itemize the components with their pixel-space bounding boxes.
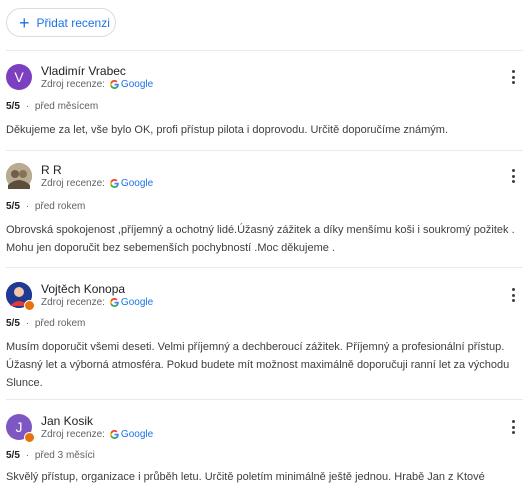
review-time: před 3 měsíci xyxy=(34,450,95,461)
review-text: Musím doporučit všemi deseti. Velmi příj… xyxy=(6,341,510,389)
avatar[interactable]: J xyxy=(6,414,35,443)
meta-separator: · xyxy=(25,101,30,112)
review-source: Zdroj recenze: Google xyxy=(41,178,153,189)
source-label: Zdroj recenze: xyxy=(41,429,105,440)
review-meta: 5/5 · před měsícem xyxy=(6,101,98,112)
avatar-letter: V xyxy=(14,69,24,85)
review-score: 5/5 xyxy=(6,318,20,329)
reviewer-name[interactable]: R R xyxy=(41,163,62,177)
local-guide-badge-icon xyxy=(24,432,35,443)
meta-separator: · xyxy=(25,318,30,329)
review-score: 5/5 xyxy=(6,201,20,212)
divider xyxy=(6,267,523,268)
review-meta: 5/5 · před rokem xyxy=(6,318,85,329)
reviewer-name[interactable]: Jan Kosik xyxy=(41,414,93,428)
divider xyxy=(6,399,523,400)
add-review-label: Přidat recenzi xyxy=(36,15,110,30)
avatar[interactable]: V xyxy=(6,64,32,90)
source-name[interactable]: Google xyxy=(121,79,153,90)
review-time: před rokem xyxy=(34,318,86,329)
google-icon xyxy=(109,430,119,439)
review-text: Děkujeme za let, vše bylo OK, profi přís… xyxy=(6,124,449,136)
review-time: před rokem xyxy=(34,201,86,212)
review-source: Zdroj recenze: Google xyxy=(41,429,153,440)
review-source: Zdroj recenze: Google xyxy=(41,297,153,308)
review-text: Skvělý přístup, organizace i průběh letu… xyxy=(6,471,485,483)
source-label: Zdroj recenze: xyxy=(41,178,105,189)
more-options-icon[interactable] xyxy=(509,70,517,88)
review-text: Obrovská spokojenost ,příjemný a ochotný… xyxy=(6,224,515,254)
meta-separator: · xyxy=(25,201,30,212)
avatar[interactable] xyxy=(6,282,35,311)
reviewer-name[interactable]: Vladimír Vrabec xyxy=(41,64,126,78)
source-name[interactable]: Google xyxy=(121,297,153,308)
more-options-icon[interactable] xyxy=(509,169,517,187)
avatar-photo-icon xyxy=(6,163,32,189)
google-icon xyxy=(109,179,119,188)
review-meta: 5/5 · před rokem xyxy=(6,201,85,212)
more-options-icon[interactable] xyxy=(509,420,517,438)
plus-icon: + xyxy=(19,12,30,33)
review-score: 5/5 xyxy=(6,450,20,461)
google-icon xyxy=(109,298,119,307)
source-label: Zdroj recenze: xyxy=(41,79,105,90)
local-guide-badge-icon xyxy=(24,300,35,311)
reviewer-name[interactable]: Vojtěch Konopa xyxy=(41,282,125,296)
review-score: 5/5 xyxy=(6,101,20,112)
add-review-button[interactable]: + Přidat recenzi xyxy=(6,8,116,37)
source-name[interactable]: Google xyxy=(121,429,153,440)
source-label: Zdroj recenze: xyxy=(41,297,105,308)
avatar-letter: J xyxy=(15,419,23,435)
divider xyxy=(6,150,523,151)
meta-separator: · xyxy=(25,450,30,461)
review-meta: 5/5 · před 3 měsíci xyxy=(6,450,95,461)
avatar[interactable] xyxy=(6,163,32,189)
google-icon xyxy=(109,80,119,89)
divider xyxy=(6,50,523,51)
more-options-icon[interactable] xyxy=(509,288,517,306)
source-name[interactable]: Google xyxy=(121,178,153,189)
review-time: před měsícem xyxy=(34,101,99,112)
review-source: Zdroj recenze: Google xyxy=(41,79,153,90)
